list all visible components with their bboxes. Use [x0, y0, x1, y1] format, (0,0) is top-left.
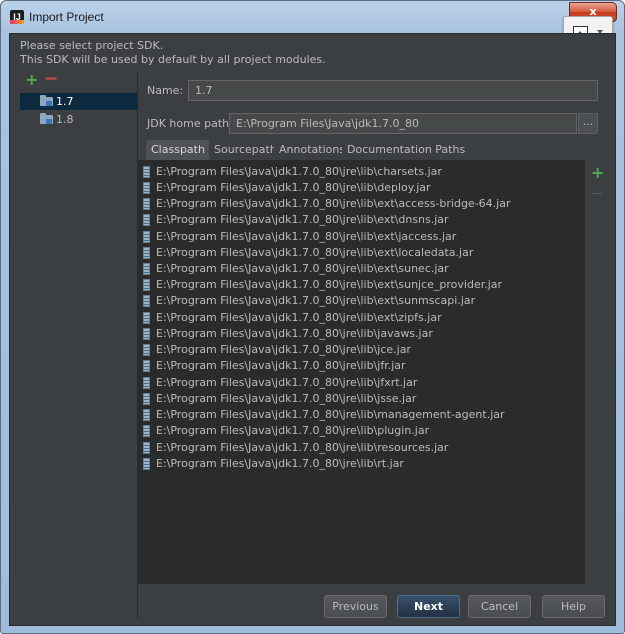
sdk-item-label: 1.7	[56, 95, 74, 108]
intellij-app-icon: IJ	[10, 10, 24, 24]
jdk-folder-icon	[40, 113, 53, 124]
list-item[interactable]: E:\Program Files\Java\jdk1.7.0_80\jre\li…	[138, 423, 585, 439]
header-instruction: Please select project SDK.	[20, 39, 164, 52]
sdk-list-panel: + − 1.7 1.8	[20, 71, 138, 618]
next-button[interactable]: Next	[397, 595, 460, 618]
jdk-home-field[interactable]: E:\Program Files\Java\jdk1.7.0_80	[229, 113, 577, 134]
list-item[interactable]: E:\Program Files\Java\jdk1.7.0_80\jre\li…	[138, 342, 585, 358]
list-item[interactable]: E:\Program Files\Java\jdk1.7.0_80\jre\li…	[138, 391, 585, 407]
previous-button[interactable]: Previous	[324, 595, 387, 618]
jar-icon	[143, 312, 150, 324]
window-title: Import Project	[29, 10, 104, 24]
remove-sdk-button[interactable]: −	[44, 71, 58, 88]
jar-icon	[143, 458, 150, 470]
cancel-button[interactable]: Cancel	[468, 595, 531, 618]
list-item[interactable]: E:\Program Files\Java\jdk1.7.0_80\jre\li…	[138, 212, 585, 228]
classpath-entry-text: E:\Program Files\Java\jdk1.7.0_80\jre\li…	[156, 246, 474, 259]
jdk-folder-icon	[40, 95, 53, 106]
classpath-entry-text: E:\Program Files\Java\jdk1.7.0_80\jre\li…	[156, 343, 411, 356]
list-item[interactable]: E:\Program Files\Java\jdk1.7.0_80\jre\li…	[138, 164, 585, 180]
classpath-entry-text: E:\Program Files\Java\jdk1.7.0_80\jre\li…	[156, 278, 503, 291]
list-item[interactable]: E:\Program Files\Java\jdk1.7.0_80\jre\li…	[138, 440, 585, 456]
list-item[interactable]: E:\Program Files\Java\jdk1.7.0_80\jre\li…	[138, 358, 585, 374]
tab-sourcepath[interactable]: Sourcepath	[209, 140, 282, 160]
jar-icon	[143, 442, 150, 454]
title-bar: IJ Import Project x	[1, 1, 624, 33]
classpath-entry-text: E:\Program Files\Java\jdk1.7.0_80\jre\li…	[156, 213, 449, 226]
list-item[interactable]: E:\Program Files\Java\jdk1.7.0_80\jre\li…	[138, 310, 585, 326]
jar-icon	[143, 393, 150, 405]
list-divider	[584, 160, 585, 584]
jar-icon	[143, 166, 150, 178]
name-label: Name:	[147, 84, 184, 97]
classpath-entry-text: E:\Program Files\Java\jdk1.7.0_80\jre\li…	[156, 392, 417, 405]
classpath-entry-text: E:\Program Files\Java\jdk1.7.0_80\jre\li…	[156, 441, 449, 454]
classpath-entry-text: E:\Program Files\Java\jdk1.7.0_80\jre\li…	[156, 181, 431, 194]
jar-icon	[143, 425, 150, 437]
classpath-entry-text: E:\Program Files\Java\jdk1.7.0_80\jre\li…	[156, 457, 404, 470]
list-item[interactable]: E:\Program Files\Java\jdk1.7.0_80\jre\li…	[138, 180, 585, 196]
list-item[interactable]: E:\Program Files\Java\jdk1.7.0_80\jre\li…	[138, 196, 585, 212]
list-item[interactable]: E:\Program Files\Java\jdk1.7.0_80\jre\li…	[138, 375, 585, 391]
list-item[interactable]: E:\Program Files\Java\jdk1.7.0_80\jre\li…	[138, 407, 585, 423]
classpath-entry-text: E:\Program Files\Java\jdk1.7.0_80\jre\li…	[156, 262, 449, 275]
list-item[interactable]: E:\Program Files\Java\jdk1.7.0_80\jre\li…	[138, 456, 585, 472]
classpath-list[interactable]: E:\Program Files\Java\jdk1.7.0_80\jre\li…	[138, 160, 585, 584]
browse-button[interactable]: ...	[578, 113, 598, 134]
remove-classpath-button[interactable]: −	[591, 187, 603, 201]
sdk-item-1-8[interactable]: 1.8	[20, 111, 137, 128]
list-item[interactable]: E:\Program Files\Java\jdk1.7.0_80\jre\li…	[138, 326, 585, 342]
jar-icon	[143, 214, 150, 226]
jar-icon	[143, 295, 150, 307]
jar-icon	[143, 263, 150, 275]
classpath-entry-text: E:\Program Files\Java\jdk1.7.0_80\jre\li…	[156, 408, 505, 421]
jar-icon	[143, 344, 150, 356]
classpath-entry-text: E:\Program Files\Java\jdk1.7.0_80\jre\li…	[156, 230, 457, 243]
tab-annotations[interactable]: Annotations	[274, 140, 351, 160]
tab-documentation-paths[interactable]: Documentation Paths	[342, 140, 471, 160]
add-sdk-button[interactable]: +	[25, 72, 38, 88]
list-item[interactable]: E:\Program Files\Java\jdk1.7.0_80\jre\li…	[138, 229, 585, 245]
list-item[interactable]: E:\Program Files\Java\jdk1.7.0_80\jre\li…	[138, 277, 585, 293]
jdk-home-label: JDK home path:	[147, 117, 233, 130]
classpath-entry-text: E:\Program Files\Java\jdk1.7.0_80\jre\li…	[156, 165, 442, 178]
classpath-entry-text: E:\Program Files\Java\jdk1.7.0_80\jre\li…	[156, 376, 418, 389]
jar-icon	[143, 247, 150, 259]
list-item[interactable]: E:\Program Files\Java\jdk1.7.0_80\jre\li…	[138, 261, 585, 277]
jar-icon	[143, 377, 150, 389]
classpath-entry-text: E:\Program Files\Java\jdk1.7.0_80\jre\li…	[156, 359, 406, 372]
tab-classpath[interactable]: Classpath	[146, 140, 210, 160]
header-description: This SDK will be used by default by all …	[20, 53, 326, 66]
jar-icon	[143, 409, 150, 421]
classpath-entry-text: E:\Program Files\Java\jdk1.7.0_80\jre\li…	[156, 311, 442, 324]
list-item[interactable]: E:\Program Files\Java\jdk1.7.0_80\jre\li…	[138, 245, 585, 261]
help-button[interactable]: Help	[542, 595, 605, 618]
dialog-content: Please select project SDK. This SDK will…	[9, 33, 616, 626]
jar-icon	[143, 231, 150, 243]
jar-icon	[143, 360, 150, 372]
window-frame: IJ Import Project x Please select projec…	[0, 0, 625, 634]
jar-icon	[143, 328, 150, 340]
jar-icon	[143, 279, 150, 291]
name-field[interactable]: 1.7	[188, 80, 598, 101]
jar-icon	[143, 182, 150, 194]
classpath-entry-text: E:\Program Files\Java\jdk1.7.0_80\jre\li…	[156, 327, 433, 340]
classpath-entry-text: E:\Program Files\Java\jdk1.7.0_80\jre\li…	[156, 197, 511, 210]
sdk-item-1-7[interactable]: 1.7	[20, 93, 137, 110]
classpath-entry-text: E:\Program Files\Java\jdk1.7.0_80\jre\li…	[156, 424, 430, 437]
classpath-entry-text: E:\Program Files\Java\jdk1.7.0_80\jre\li…	[156, 294, 476, 307]
list-item[interactable]: E:\Program Files\Java\jdk1.7.0_80\jre\li…	[138, 293, 585, 309]
add-classpath-button[interactable]: +	[591, 165, 604, 181]
jar-icon	[143, 198, 150, 210]
sdk-item-label: 1.8	[56, 113, 74, 126]
